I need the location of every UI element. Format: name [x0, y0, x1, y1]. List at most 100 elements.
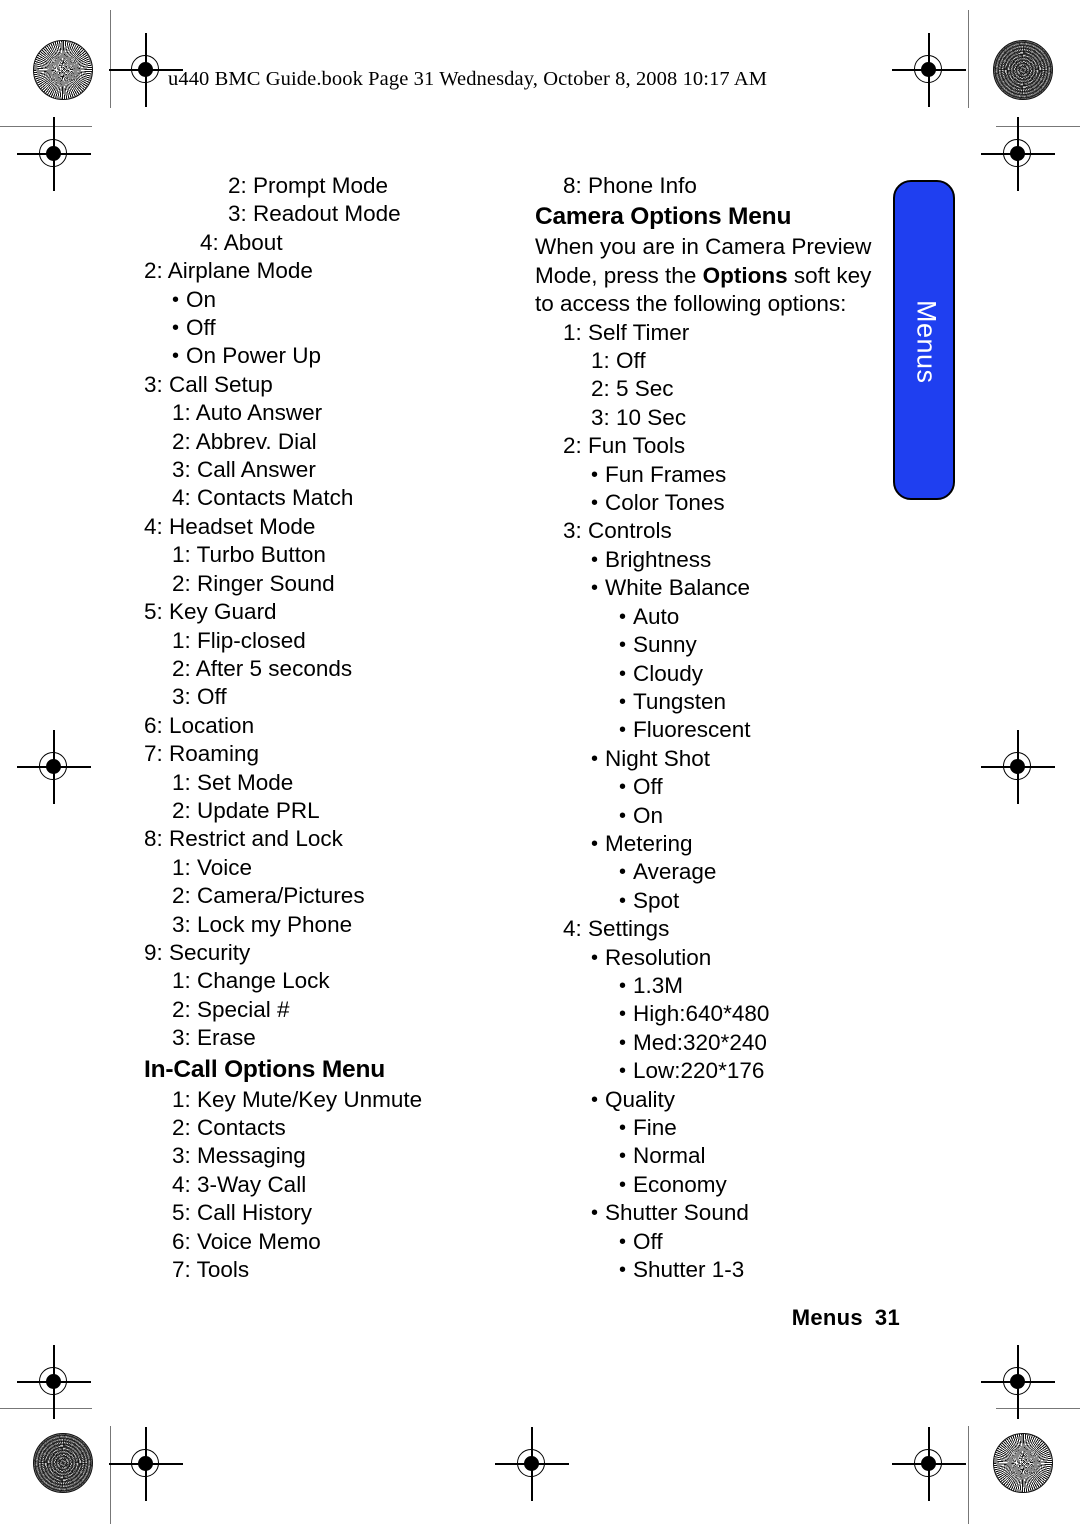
menu-outline-item: 3: Lock my Phone	[172, 911, 353, 937]
camera-option-item: Fluorescent	[535, 716, 875, 745]
registration-crosshair-middle-left	[17, 730, 91, 804]
camera-option-item: 4: Settings	[563, 916, 670, 942]
camera-option-item: Off	[535, 1228, 875, 1257]
camera-option-item: Resolution	[535, 944, 875, 973]
camera-options-list: 1: Self Timer 1: Off 2: 5 Sec 3: 10 Sec 2: F…	[535, 319, 875, 1285]
footer-section-name: Menus	[791, 1305, 863, 1330]
trim-line-upper-right-horizontal	[996, 126, 1080, 128]
menu-outline-item: On	[144, 286, 474, 315]
camera-option-item: On	[535, 802, 875, 831]
page-header: u440 BMC Guide.book Page 31 Wednesday, O…	[168, 68, 768, 90]
registration-rosette-bottom-left	[33, 1433, 93, 1493]
camera-option-item: Low:220*176	[535, 1057, 875, 1086]
in-call-option-item: 5: Call History	[172, 1200, 313, 1226]
menu-outline-item: 1: Voice	[172, 854, 253, 880]
section-tab-menus[interactable]: Menus	[893, 180, 955, 500]
menu-outline-item: 2: Camera/Pictures	[172, 883, 365, 909]
camera-option-item: 2: Fun Tools	[563, 433, 686, 459]
menu-outline-item: 3: Off	[172, 684, 227, 710]
camera-option-item: Tungsten	[535, 688, 875, 717]
camera-option-item: Normal	[535, 1142, 875, 1171]
in-call-options-menu-heading: In-Call Options Menu	[144, 1055, 385, 1083]
in-call-option-item: 7: Tools	[172, 1257, 250, 1283]
menu-outline-item: 2: After 5 seconds	[172, 655, 353, 681]
menu-outline-item: 1: Set Mode	[172, 769, 294, 795]
camera-option-item: High:640*480	[535, 1000, 875, 1029]
trim-line-top-left-vertical	[110, 10, 112, 108]
options-soft-key-emphasis: Options	[702, 262, 788, 288]
camera-option-item: Fun Frames	[535, 461, 875, 490]
trim-line-upper-left-horizontal	[0, 126, 92, 128]
trim-line-lower-right-horizontal	[996, 1408, 1080, 1410]
camera-option-item: Brightness	[535, 546, 875, 575]
in-call-option-item: 3: Messaging	[172, 1143, 306, 1169]
left-column-list: 2: Prompt Mode 3: Readout Mode 4: About 2: …	[144, 172, 474, 1053]
registration-crosshair-middle-right	[981, 730, 1055, 804]
menu-outline-item: 2: Airplane Mode	[144, 258, 313, 284]
menu-outline-item: 6: Location	[144, 712, 255, 738]
camera-option-item: Shutter Sound	[535, 1199, 875, 1228]
camera-option-item: 3: 10 Sec	[591, 404, 687, 430]
menu-outline-item: 1: Auto Answer	[172, 400, 323, 426]
menu-outline-item: 9: Security	[144, 939, 251, 965]
trim-line-bottom-left-vertical	[110, 1426, 112, 1524]
left-column: 2: Prompt Mode 3: Readout Mode 4: About 2: …	[144, 172, 474, 1284]
camera-option-item: Spot	[535, 887, 875, 916]
menu-outline-item: 2: Update PRL	[172, 797, 320, 823]
trim-line-bottom-right-vertical	[968, 1426, 970, 1524]
trim-line-lower-left-horizontal	[0, 1408, 92, 1410]
section-tab-text: Menus	[911, 300, 942, 384]
camera-option-item: 1: Self Timer	[563, 319, 690, 345]
camera-option-item: Auto	[535, 603, 875, 632]
registration-rosette-top-right	[993, 40, 1053, 100]
menu-outline-item: 5: Key Guard	[144, 599, 277, 625]
in-call-option-item: 2: Contacts	[172, 1115, 286, 1140]
registration-crosshair-lower-right	[981, 1345, 1055, 1419]
phone-info-item: 8: Phone Info	[563, 173, 697, 198]
menu-outline-item: 4: About	[200, 229, 283, 255]
menu-outline-item: 4: Contacts Match	[172, 485, 354, 511]
menu-outline-item: 3: Call Setup	[144, 371, 273, 397]
camera-option-item: 1: Off	[591, 348, 646, 374]
menu-outline-item: 3: Erase	[172, 1025, 256, 1051]
camera-option-item: White Balance	[535, 574, 875, 603]
camera-option-item: Color Tones	[535, 489, 875, 518]
registration-crosshair-top-right	[892, 33, 966, 107]
in-call-option-item: 1: Key Mute/Key Unmute	[172, 1086, 423, 1112]
menu-outline-item: 1: Change Lock	[172, 968, 330, 994]
registration-crosshair-upper-left	[17, 117, 91, 191]
in-call-options-list: 1: Key Mute/Key Unmute 2: Contacts 3: Mess…	[144, 1086, 474, 1285]
menu-outline-item: 1: Flip-closed	[172, 627, 306, 653]
camera-option-item: Shutter 1-3	[535, 1256, 875, 1285]
in-call-option-item: 4: 3-Way Call	[172, 1171, 307, 1197]
camera-option-item: Metering	[535, 830, 875, 859]
camera-option-item: Quality	[535, 1086, 875, 1115]
registration-crosshair-upper-right	[981, 117, 1055, 191]
camera-option-item: Economy	[535, 1171, 875, 1200]
menu-outline-item: On Power Up	[144, 342, 474, 371]
right-column: 8: Phone Info Camera Options Menu When y…	[535, 172, 875, 1285]
registration-rosette-top-left	[33, 40, 93, 100]
page-footer: Menus 31	[640, 1305, 900, 1331]
menu-outline-item: 2: Ringer Sound	[172, 570, 335, 596]
menu-outline-item: 7: Roaming	[144, 741, 260, 767]
camera-option-item: Night Shot	[535, 745, 875, 774]
camera-option-item: Off	[535, 773, 875, 802]
registration-crosshair-bottom-center	[495, 1427, 569, 1501]
camera-option-item: Average	[535, 858, 875, 887]
menu-outline-item: 1: Turbo Button	[172, 542, 326, 568]
in-call-option-item: 6: Voice Memo	[172, 1228, 321, 1254]
registration-crosshair-top-left	[109, 33, 183, 107]
menu-outline-item: 4: Headset Mode	[144, 513, 316, 539]
camera-options-menu-heading: Camera Options Menu	[535, 203, 792, 231]
registration-crosshair-bottom-right	[892, 1427, 966, 1501]
menu-outline-item: 3: Readout Mode	[228, 201, 401, 227]
camera-option-item: 3: Controls	[563, 518, 672, 544]
menu-outline-item: 8: Restrict and Lock	[144, 826, 343, 852]
section-tab-label: Menus	[895, 182, 957, 502]
camera-option-item: 2: 5 Sec	[591, 376, 674, 402]
camera-option-item: Sunny	[535, 631, 875, 660]
camera-option-item: Cloudy	[535, 660, 875, 689]
menu-outline-item: 3: Call Answer	[172, 457, 316, 483]
menu-outline-item: 2: Abbrev. Dial	[172, 428, 317, 454]
